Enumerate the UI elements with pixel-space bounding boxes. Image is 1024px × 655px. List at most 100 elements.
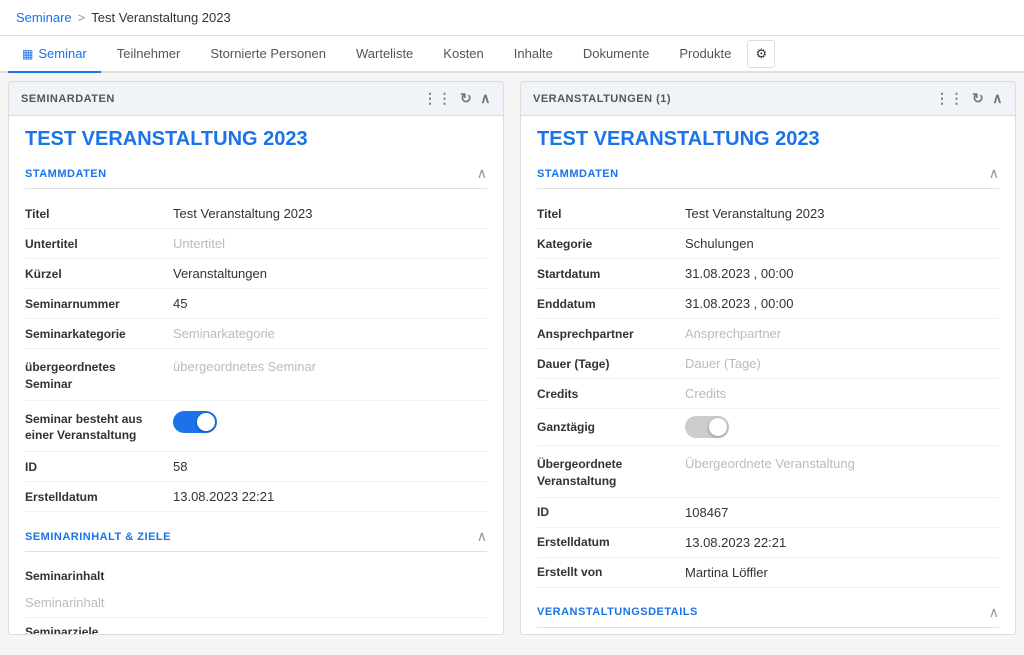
tabs-bar: ▦ Seminar Teilnehmer Stornierte Personen… (0, 36, 1024, 73)
breadcrumb-separator: > (78, 10, 86, 25)
dots-icon[interactable]: ⋮⋮ (423, 90, 452, 107)
settings-gear-button[interactable]: ⚙ (747, 40, 775, 68)
field-value-seminarkategorie: Seminarkategorie (173, 326, 487, 341)
right-field-value-erstellt-von: Martina Löffler (685, 565, 999, 580)
toggle-knob (197, 413, 215, 431)
tab-stornierte[interactable]: Stornierte Personen (196, 36, 340, 73)
field-value-untertitel: Untertitel (173, 236, 487, 251)
field-value-erstelldatum: 13.08.2023 22:21 (173, 489, 487, 504)
right-field-value-ansprechpartner: Ansprechpartner (685, 326, 999, 341)
field-row-titel: Titel Test Veranstaltung 2023 (25, 199, 487, 229)
right-panel-header: VERANSTALTUNGEN (1) ⋮⋮ ↻ ∧ (521, 82, 1015, 116)
right-field-label-ubergeordnete: Übergeordnete Veranstaltung (537, 456, 677, 490)
right-field-row-erstelldatum: Erstelldatum 13.08.2023 22:21 (537, 528, 999, 558)
field-row-id: ID 58 (25, 452, 487, 482)
right-field-label-startdatum: Startdatum (537, 267, 677, 281)
field-label-ubergeordnetes: übergeordnetes Seminar (25, 359, 165, 393)
field-label-untertitel: Untertitel (25, 237, 165, 251)
right-field-label-ganztaegig: Ganztägig (537, 420, 677, 434)
right-field-row-enddatum: Enddatum 31.08.2023 , 00:00 (537, 289, 999, 319)
field-value-seminarinhalt: Seminarinhalt (25, 595, 105, 610)
grid-icon: ▦ (22, 47, 33, 61)
field-label-seminarkategorie: Seminarkategorie (25, 327, 165, 341)
tab-teilnehmer[interactable]: Teilnehmer (103, 36, 195, 73)
right-field-label-id: ID (537, 505, 677, 519)
field-label-seminarziele: Seminarziele (25, 625, 98, 635)
right-panel-actions: ⋮⋮ ↻ ∧ (935, 90, 1003, 107)
right-refresh-icon[interactable]: ↻ (972, 90, 984, 107)
toggle-x-icon: ✕ (717, 422, 725, 433)
left-seminar-title: TEST VERANSTALTUNG 2023 (25, 128, 487, 151)
right-field-label-kategorie: Kategorie (537, 237, 677, 251)
right-field-value-titel: Test Veranstaltung 2023 (685, 206, 999, 221)
right-field-value-kategorie: Schulungen (685, 236, 999, 251)
collapse-icon[interactable]: ∧ (480, 90, 491, 107)
left-stammdaten-title: STAMMDATEN (25, 168, 107, 180)
tab-dokumente[interactable]: Dokumente (569, 36, 663, 73)
left-panel-actions: ⋮⋮ ↻ ∧ (423, 90, 491, 107)
right-field-row-startdatum: Startdatum 31.08.2023 , 00:00 (537, 259, 999, 289)
breadcrumb-link[interactable]: Seminare (16, 10, 72, 25)
right-field-row-titel: Titel Test Veranstaltung 2023 (537, 199, 999, 229)
veranstaltungsdetails-collapse[interactable]: ∧ (989, 604, 999, 621)
right-field-row-dauer: Dauer (Tage) Dauer (Tage) (537, 349, 999, 379)
veranstaltungsdetails-section: VERANSTALTUNGSDETAILS ∧ (537, 604, 999, 628)
refresh-icon[interactable]: ↻ (460, 90, 472, 107)
field-row-ubergeordnetes: übergeordnetes Seminar übergeordnetes Se… (25, 349, 487, 401)
veranstaltungsdetails-title: VERANSTALTUNGSDETAILS (537, 606, 698, 618)
left-stammdaten-collapse[interactable]: ∧ (477, 165, 487, 182)
right-field-value-enddatum: 31.08.2023 , 00:00 (685, 296, 999, 311)
right-field-row-id: ID 108467 (537, 498, 999, 528)
right-stammdaten-section-header: STAMMDATEN ∧ (537, 165, 999, 189)
seminarinhalt-header: SEMINARINHALT & ZIELE ∧ (25, 528, 487, 552)
breadcrumb: Seminare > Test Veranstaltung 2023 (0, 0, 1024, 36)
field-label-kurzel: Kürzel (25, 267, 165, 281)
tab-inhalte[interactable]: Inhalte (500, 36, 567, 73)
tab-warteliste[interactable]: Warteliste (342, 36, 427, 73)
field-row-kurzel: Kürzel Veranstaltungen (25, 259, 487, 289)
seminarinhalt-collapse[interactable]: ∧ (477, 528, 487, 545)
ganztaegig-toggle[interactable]: ✕ (685, 416, 729, 438)
breadcrumb-current: Test Veranstaltung 2023 (91, 10, 231, 25)
tab-kosten[interactable]: Kosten (429, 36, 497, 73)
right-field-label-erstelldatum: Erstelldatum (537, 535, 677, 549)
veranstaltungsdetails-header: VERANSTALTUNGSDETAILS ∧ (537, 604, 999, 628)
left-panel-header: SEMINARDATEN ⋮⋮ ↻ ∧ (9, 82, 503, 116)
right-field-label-credits: Credits (537, 387, 677, 401)
seminar-besteht-toggle[interactable] (173, 411, 217, 433)
right-stammdaten-title: STAMMDATEN (537, 168, 619, 180)
field-row-untertitel: Untertitel Untertitel (25, 229, 487, 259)
right-field-label-dauer: Dauer (Tage) (537, 357, 677, 371)
right-dots-icon[interactable]: ⋮⋮ (935, 90, 964, 107)
field-value-seminarnummer: 45 (173, 296, 487, 311)
right-field-row-credits: Credits Credits (537, 379, 999, 409)
right-field-value-ubergeordnete: Übergeordnete Veranstaltung (685, 456, 999, 471)
left-panel: SEMINARDATEN ⋮⋮ ↻ ∧ TEST VERANSTALTUNG 2… (8, 81, 504, 635)
field-value-titel: Test Veranstaltung 2023 (173, 206, 487, 221)
right-field-label-titel: Titel (537, 207, 677, 221)
right-field-row-kategorie: Kategorie Schulungen (537, 229, 999, 259)
left-stammdaten-section-header: STAMMDATEN ∧ (25, 165, 487, 189)
right-field-row-erstellt-von: Erstellt von Martina Löffler (537, 558, 999, 588)
right-field-value-dauer: Dauer (Tage) (685, 356, 999, 371)
right-collapse-icon[interactable]: ∧ (992, 90, 1003, 107)
seminarinhalt-title: SEMINARINHALT & ZIELE (25, 531, 171, 543)
field-label-id: ID (25, 460, 165, 474)
tab-seminar[interactable]: ▦ Seminar (8, 36, 101, 73)
field-value-id: 58 (173, 459, 487, 474)
left-panel-title: SEMINARDATEN (21, 93, 115, 105)
right-field-label-ansprechpartner: Ansprechpartner (537, 327, 677, 341)
right-seminar-title: TEST VERANSTALTUNG 2023 (537, 128, 999, 151)
field-label-seminarnummer: Seminarnummer (25, 297, 165, 311)
right-stammdaten-collapse[interactable]: ∧ (989, 165, 999, 182)
gear-icon: ⚙ (756, 46, 768, 62)
field-label-erstelldatum: Erstelldatum (25, 490, 165, 504)
right-panel-body: TEST VERANSTALTUNG 2023 STAMMDATEN ∧ Tit… (521, 116, 1015, 635)
tab-produkte[interactable]: Produkte (665, 36, 745, 73)
left-panel-body: TEST VERANSTALTUNG 2023 STAMMDATEN ∧ Tit… (9, 116, 503, 635)
right-field-value-erstelldatum: 13.08.2023 22:21 (685, 535, 999, 550)
right-panel: VERANSTALTUNGEN (1) ⋮⋮ ↻ ∧ TEST VERANSTA… (520, 81, 1016, 635)
right-field-value-credits: Credits (685, 386, 999, 401)
right-field-row-ganztaegig: Ganztägig ✕ (537, 409, 999, 446)
field-row-seminarziele: Seminarziele (25, 618, 487, 635)
